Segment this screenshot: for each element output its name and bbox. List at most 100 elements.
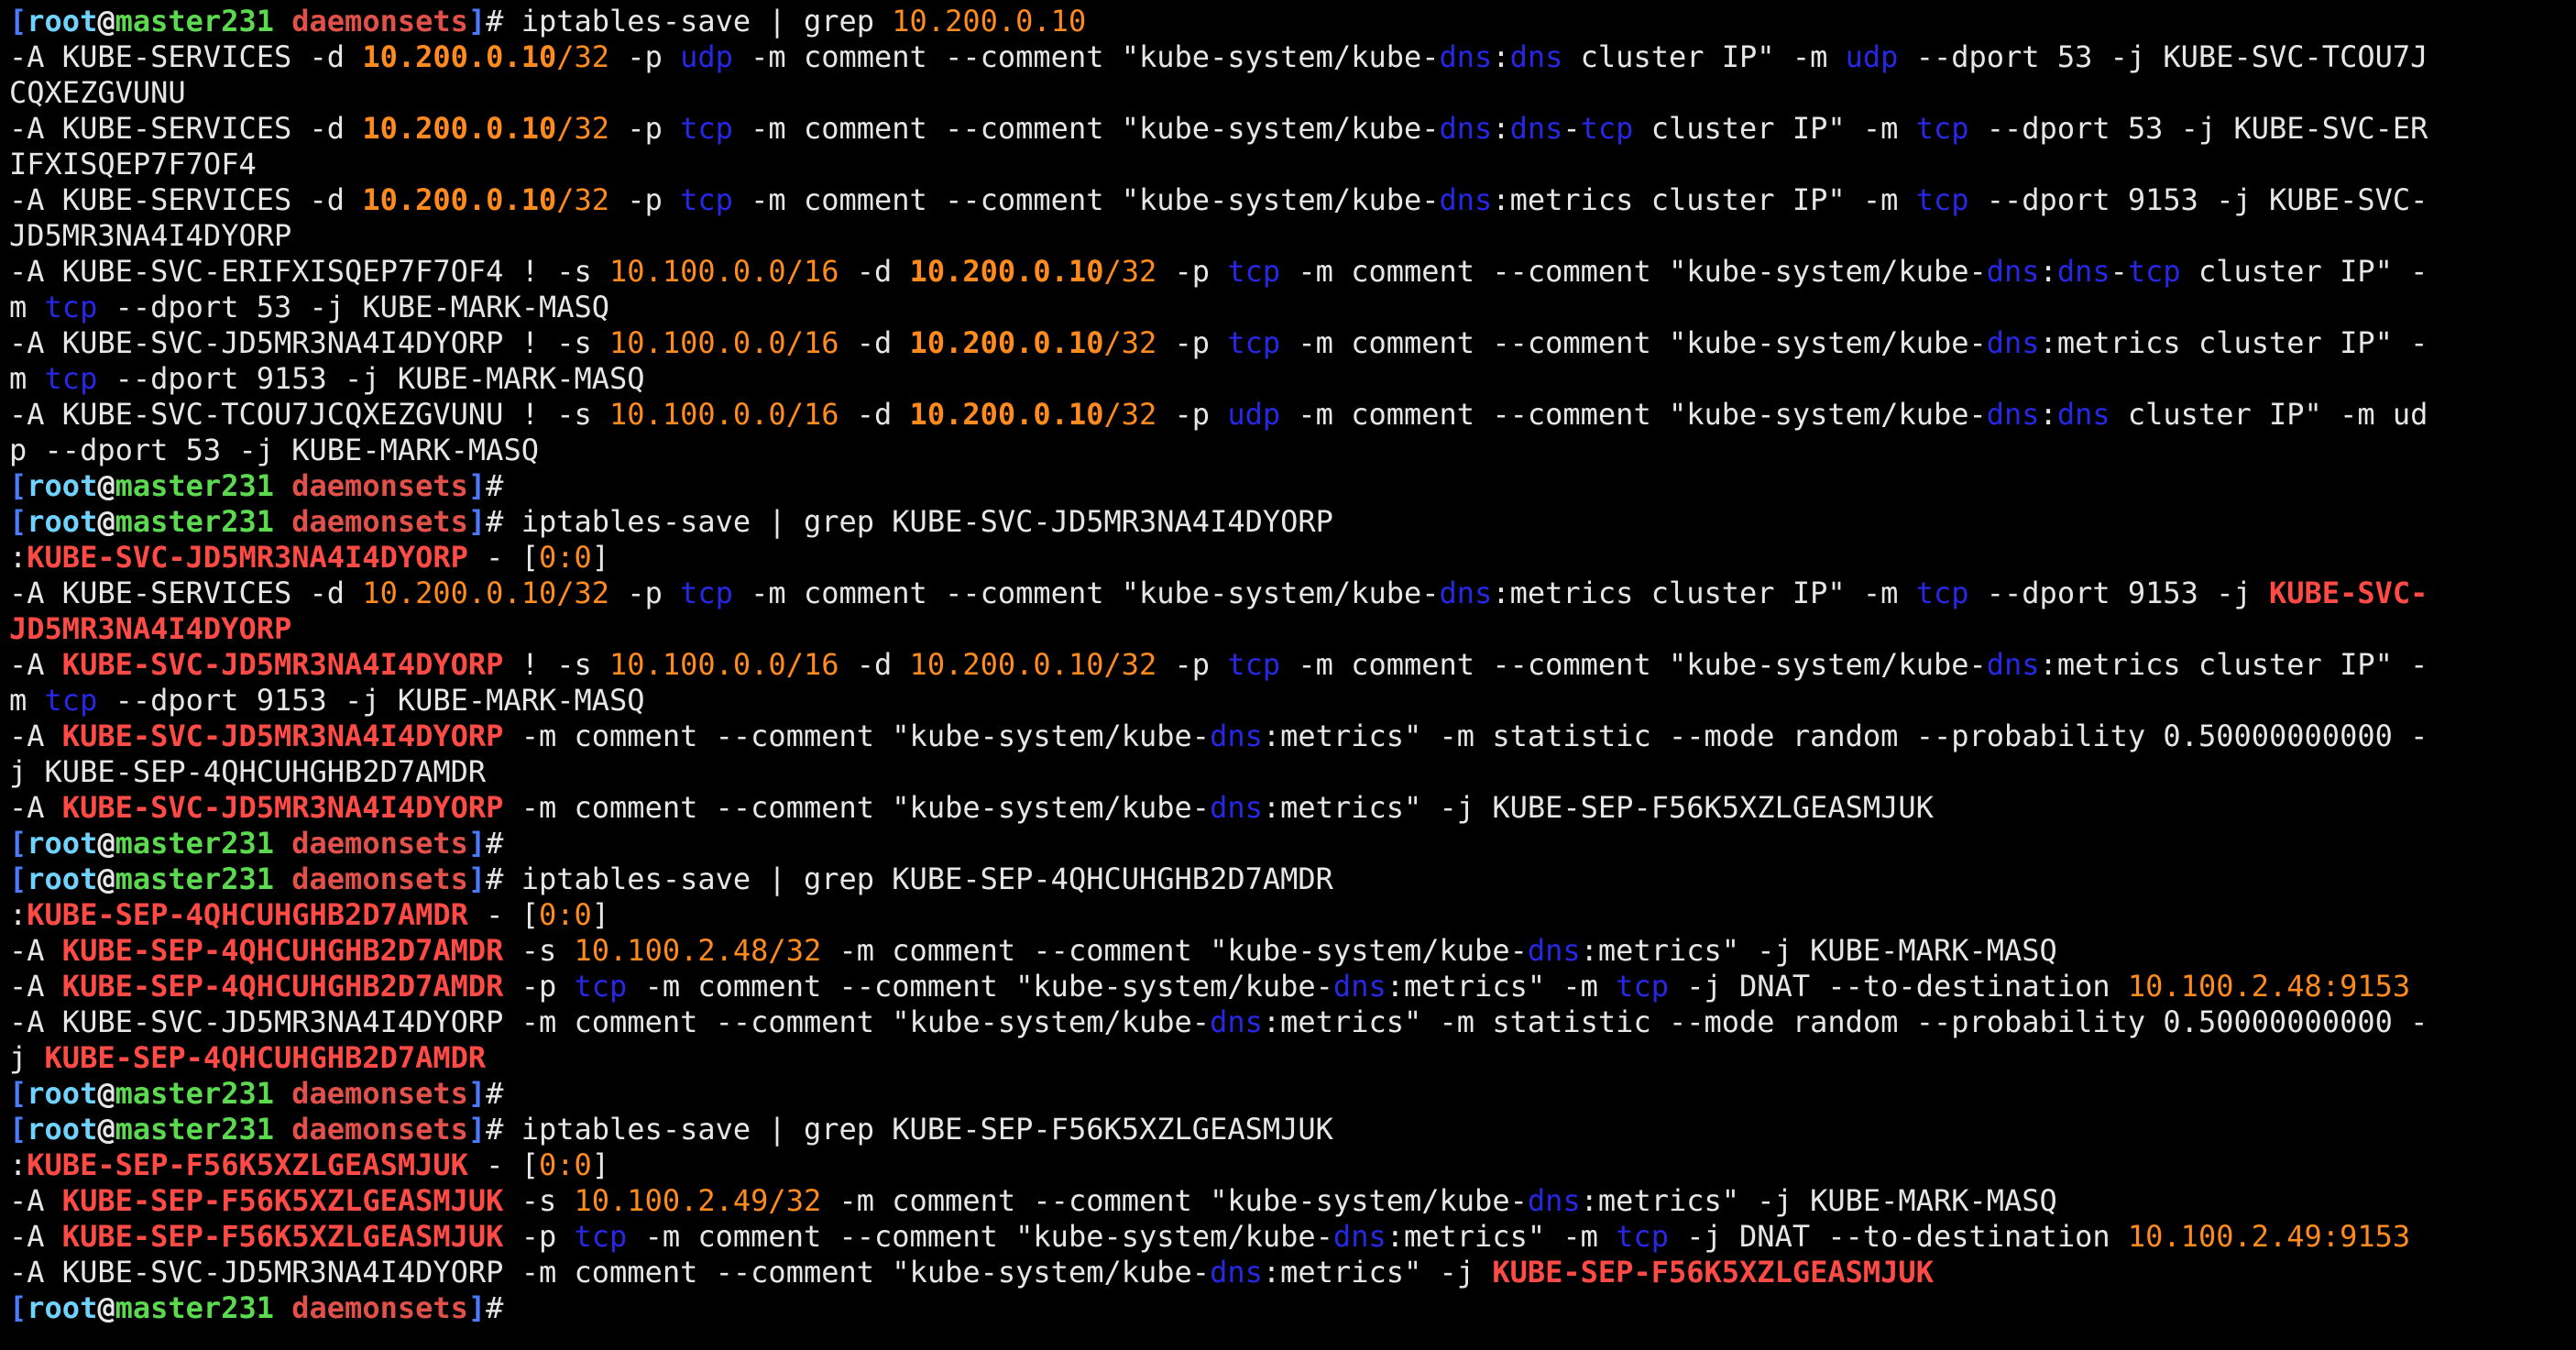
text-segment: 10.100.2.48/32 [574, 933, 822, 968]
text-segment: ] [591, 897, 610, 932]
text-segment: cluster IP" -m [1562, 39, 1846, 74]
text-segment: tcp [1227, 254, 1281, 289]
text-segment: cluster IP" -m [1633, 111, 1916, 146]
text-segment: :metrics" -j KUBE-MARK-MASQ [1580, 933, 2057, 968]
text-segment: -j DNAT --to-destination [1668, 969, 2128, 1004]
text-segment: p --dport 53 -j KUBE-MARK-MASQ [9, 433, 539, 467]
text-segment: JD5MR3NA4I4DYORP [9, 218, 292, 253]
text-segment: # iptables-save | grep [486, 4, 893, 38]
text-segment: # iptables-save | grep KUBE-SEP-F56K5XZL… [486, 1112, 1333, 1147]
text-segment: -p [503, 969, 575, 1004]
text-segment: : [9, 540, 27, 575]
text-segment: -A KUBE-SERVICES -d [9, 182, 363, 217]
text-segment: KUBE-SVC-JD5MR3NA4I4DYORP [61, 719, 504, 753]
text-segment: cluster IP" -m ud [2110, 397, 2428, 432]
text-segment: 10.200.0.10 [909, 254, 1104, 289]
text-segment: -p [609, 182, 681, 217]
text-segment: -m comment --comment "kube-system/kube- [821, 1183, 1528, 1218]
prompt-line: [root@master231 daemonsets]# iptables-sa… [9, 1112, 2567, 1147]
text-segment: - [ [467, 540, 539, 575]
text-segment: master231 [115, 504, 274, 539]
text-segment: tcp [44, 290, 98, 324]
text-segment: -m comment --comment "kube-system/kube- [1280, 397, 1987, 432]
text-segment: 10.100.2.48:9153 [2127, 969, 2411, 1004]
text-segment: tcp [574, 969, 628, 1004]
text-segment: # iptables-save | grep KUBE-SEP-4QHCUHGH… [486, 862, 1333, 896]
text-segment: [ [9, 862, 27, 896]
text-segment: -m comment --comment "kube-system/kube- [732, 182, 1440, 217]
text-segment: 10.200.0.10 [892, 4, 1087, 38]
text-segment: m [9, 290, 45, 324]
text-segment: ! -s [503, 647, 610, 682]
text-segment: tcp [1915, 182, 1969, 217]
text-segment: [ [9, 468, 27, 503]
text-segment: daemonsets [273, 1290, 468, 1325]
text-segment: 10.200.0.10/32 [909, 647, 1157, 682]
text-segment: --dport 53 -j KUBE-SVC-ER [1968, 111, 2428, 146]
text-segment: -p [609, 111, 681, 146]
text-segment: /32 [1103, 397, 1157, 432]
output-line: -A KUBE-SEP-4QHCUHGHB2D7AMDR -p tcp -m c… [9, 969, 2567, 1004]
text-segment: [ [9, 1290, 27, 1325]
text-segment: # [486, 468, 504, 503]
text-segment: 10.200.0.10/32 [362, 576, 610, 610]
text-segment: dns [1986, 397, 2040, 432]
text-segment: root [27, 1290, 98, 1325]
output-line: :KUBE-SEP-F56K5XZLGEASMJUK - [0:0] [9, 1147, 2567, 1183]
text-segment: --dport 53 -j KUBE-SVC-TCOU7J [1898, 39, 2428, 74]
text-segment: @ [97, 1290, 115, 1325]
text-segment: 0:0 [538, 1147, 592, 1182]
text-segment: - [ [467, 1147, 539, 1182]
text-segment: -p [1156, 397, 1228, 432]
text-segment: : [2039, 397, 2057, 432]
text-segment: ] [591, 1147, 610, 1182]
output-line: JD5MR3NA4I4DYORP [9, 218, 2567, 254]
text-segment: :metrics cluster IP" -m [1492, 182, 1916, 217]
text-segment: -j DNAT --to-destination [1668, 1219, 2128, 1254]
output-line: CQXEZGVUNU [9, 75, 2567, 111]
output-line: -A KUBE-SVC-JD5MR3NA4I4DYORP -m comment … [9, 790, 2567, 826]
text-segment: 10.200.0.10 [909, 325, 1104, 360]
text-segment: -A KUBE-SERVICES -d [9, 111, 363, 146]
text-segment: --dport 9153 -j KUBE-MARK-MASQ [97, 683, 645, 718]
text-segment: -A KUBE-SERVICES -d [9, 39, 363, 74]
terminal-window[interactable]: [root@master231 daemonsets]# iptables-sa… [0, 0, 2576, 1350]
text-segment: -s [503, 933, 575, 968]
text-segment: [ [9, 1112, 27, 1147]
text-segment: dns [1986, 325, 2040, 360]
text-segment: ] [467, 504, 487, 539]
text-segment: root [27, 862, 98, 896]
text-segment: KUBE-SEP-4QHCUHGHB2D7AMDR [44, 1040, 487, 1075]
text-segment: daemonsets [273, 1076, 468, 1111]
text-segment: - [1562, 111, 1581, 146]
text-segment: :metrics cluster IP" -m [1492, 576, 1916, 610]
text-segment: dns [1439, 111, 1493, 146]
text-segment: root [27, 1112, 98, 1147]
text-segment: tcp [2127, 254, 2181, 289]
text-segment: daemonsets [273, 862, 468, 896]
output-line: -A KUBE-SVC-JD5MR3NA4I4DYORP -m comment … [9, 1255, 2567, 1290]
text-segment: -p [1156, 254, 1228, 289]
text-segment: -A [9, 969, 62, 1004]
text-segment: KUBE-SEP-F56K5XZLGEASMJUK [61, 1219, 504, 1254]
text-segment: -p [609, 39, 681, 74]
text-segment: @ [97, 504, 115, 539]
text-segment: -A KUBE-SVC-JD5MR3NA4I4DYORP -m comment … [9, 1004, 1211, 1039]
text-segment: daemonsets [273, 1112, 468, 1147]
text-segment: root [27, 504, 98, 539]
text-segment: [ [9, 1076, 27, 1111]
text-segment: ] [467, 4, 487, 38]
text-segment: master231 [115, 1076, 274, 1111]
text-segment: :metrics cluster IP" - [2039, 325, 2428, 360]
text-segment: ] [467, 1076, 487, 1111]
text-segment: CQXEZGVUNU [9, 75, 186, 110]
text-segment: -A KUBE-SVC-JD5MR3NA4I4DYORP -m comment … [9, 1255, 1211, 1290]
text-segment: @ [97, 1076, 115, 1111]
text-segment: KUBE-SEP-F56K5XZLGEASMJUK [1492, 1255, 1934, 1290]
text-segment: 10.100.0.0/16 [609, 325, 839, 360]
text-segment: @ [97, 826, 115, 861]
text-segment: # [486, 1076, 504, 1111]
text-segment: dns [1439, 576, 1493, 610]
text-segment: master231 [115, 826, 274, 861]
text-segment: --dport 9153 -j KUBE-SVC- [1968, 182, 2428, 217]
